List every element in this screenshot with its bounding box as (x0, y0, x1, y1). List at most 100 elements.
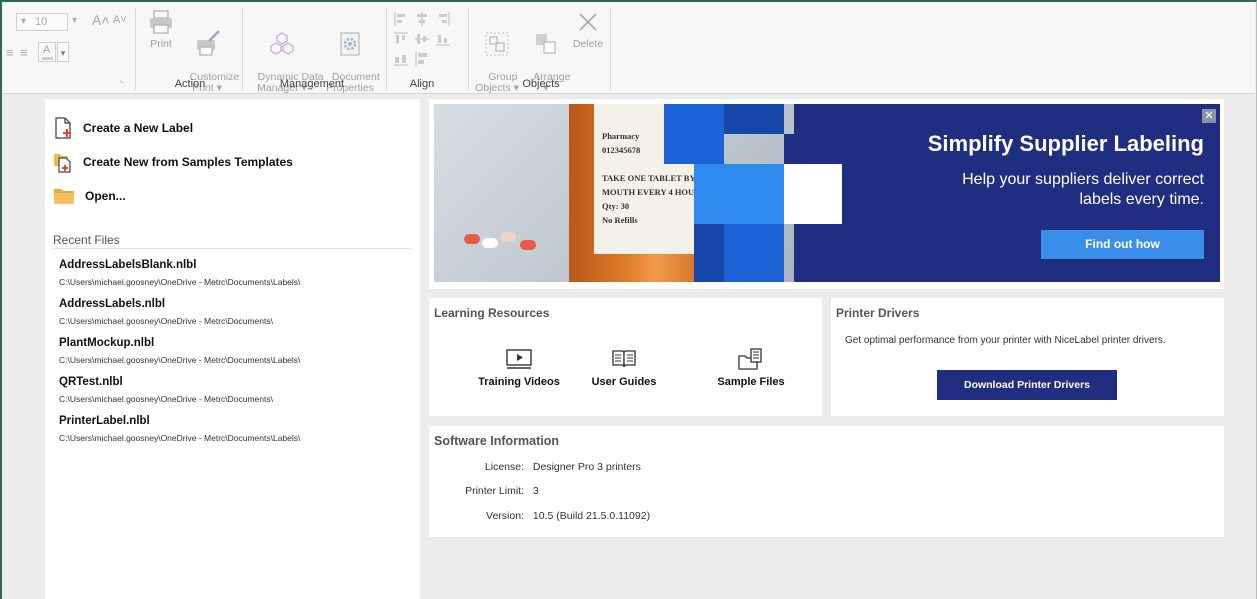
ribbon-separator (468, 8, 469, 90)
printer-limit-row: Printer Limit: 3 (443, 485, 539, 497)
recent-file-name: AddressLabels.nlbl (59, 298, 166, 310)
divider (53, 248, 411, 249)
close-icon[interactable]: ✕ (1202, 109, 1216, 123)
banner-image: Pharmacy 012345678 Dr. TAKE ONE TABLET B… (434, 104, 1220, 282)
delete-button[interactable]: Delete (570, 8, 606, 50)
version-row: Version: 10.5 (Build 21.5.0.11092) (443, 510, 650, 522)
deco-square (724, 104, 784, 134)
software-information-title: Software Information (434, 434, 560, 448)
user-guides-link[interactable]: User Guides (574, 348, 674, 388)
arrange-button[interactable]: Arrange ▾ (522, 8, 570, 105)
recent-file-name: AddressLabelsBlank.nlbl (59, 259, 197, 271)
printer-limit-label: Printer Limit: (465, 485, 524, 497)
align-middle-icon[interactable] (415, 32, 429, 46)
pills (464, 224, 554, 254)
learning-resources-title: Learning Resources (434, 306, 550, 320)
create-from-samples-button[interactable]: Create New from Samples Templates (53, 151, 293, 173)
deco-square (694, 164, 784, 224)
recent-files-heading: Recent Files (53, 233, 120, 247)
printer-drivers-card: Printer Drivers Get optimal performance … (831, 298, 1224, 416)
recent-file-name: PlantMockup.nlbl (59, 337, 155, 349)
font-color-button[interactable]: A (38, 42, 56, 62)
align-top-icon[interactable] (394, 32, 408, 46)
print-button[interactable]: Print (144, 8, 178, 50)
software-information-card: Software Information License: Designer P… (429, 426, 1224, 537)
align-left-icon[interactable]: ≡ (6, 45, 14, 60)
recent-file-item[interactable]: AddressLabels.nlbl C:\Users\michael.goos… (59, 297, 414, 336)
deco-square (784, 164, 842, 224)
document-properties-button[interactable]: Document Properties (320, 8, 380, 105)
align-center-icon[interactable] (415, 12, 429, 26)
group-objects-button[interactable]: Group Objects ▾ (474, 8, 520, 105)
recent-file-item[interactable]: AddressLabelsBlank.nlbl C:\Users\michael… (59, 258, 414, 297)
font-color-dropdown-icon[interactable]: ▾ (57, 42, 69, 62)
grow-font-icon[interactable]: A˄ (92, 12, 110, 28)
recent-file-item[interactable]: QRTest.nlbl C:\Users\michael.goosney\One… (59, 375, 414, 414)
delete-x-icon (579, 13, 597, 31)
ribbon: ▾ 10 ▾ A˄ A˅ ≡ ≡ A ▾ ⌞ Print Customize P… (2, 2, 1255, 94)
promo-banner: Pharmacy 012345678 Dr. TAKE ONE TABLET B… (429, 99, 1224, 289)
rx-line: Qty: 30 (602, 201, 630, 211)
distribute-horizontal-icon[interactable] (394, 52, 408, 66)
deco-square (724, 224, 784, 282)
sample-files-link[interactable]: Sample Files (701, 348, 801, 388)
recent-file-item[interactable]: PrinterLabel.nlbl C:\Users\michael.goosn… (59, 414, 414, 453)
align-left-icon[interactable] (394, 12, 408, 26)
customize-printer-icon (197, 30, 220, 56)
license-label: License: (484, 461, 524, 473)
download-printer-drivers-button[interactable]: Download Printer Drivers (937, 370, 1117, 400)
font-dropdown-icon[interactable]: ▾ (72, 15, 77, 26)
license-value: Designer Pro 3 printers (532, 461, 641, 473)
recent-file-path: C:\Users\michael.goosney\OneDrive - Metr… (59, 433, 301, 443)
folder-icon (54, 189, 74, 204)
files-icon (738, 348, 762, 370)
deco-square (784, 134, 842, 164)
printer-limit-value: 3 (532, 485, 539, 497)
align-right-icon[interactable] (436, 12, 450, 26)
align-center-icon[interactable]: ≡ (20, 45, 28, 60)
find-out-how-button[interactable]: Find out how (1041, 230, 1204, 259)
printer-drivers-text: Get optimal performance from your printe… (845, 335, 1166, 346)
rx-line: TAKE ONE TABLET BY (602, 173, 696, 183)
align-bottom-icon[interactable] (436, 32, 450, 46)
font-size-select[interactable]: ▾ 10 (16, 13, 68, 31)
group-label-management: Management (279, 78, 345, 90)
rx-line: MOUTH EVERY 4 HOURS. (602, 187, 708, 197)
license-row: License: Designer Pro 3 printers (443, 461, 641, 473)
banner-subtitle: Help your suppliers deliver correct labe… (962, 170, 1204, 210)
ribbon-separator (386, 8, 387, 90)
recent-file-name: PrinterLabel.nlbl (59, 415, 150, 427)
distribute-vertical-icon[interactable] (415, 52, 429, 66)
banner-title: Simplify Supplier Labeling (927, 131, 1204, 156)
group-label-align: Align (409, 78, 435, 90)
dialog-launcher-icon[interactable]: ⌞ (120, 74, 124, 85)
customize-print-button[interactable]: Customize Print ▾ (178, 8, 239, 105)
shrink-font-icon[interactable]: A˅ (113, 14, 127, 26)
start-panel: Create a New Label Create New from Sampl… (45, 99, 420, 599)
recent-files-list: AddressLabelsBlank.nlbl C:\Users\michael… (59, 258, 414, 453)
recent-file-path: C:\Users\michael.goosney\OneDrive - Metr… (59, 316, 273, 326)
document-gear-icon (340, 32, 360, 56)
ribbon-separator (610, 8, 611, 90)
recent-file-item[interactable]: PlantMockup.nlbl C:\Users\michael.goosne… (59, 336, 414, 375)
group-icon (485, 32, 509, 56)
new-label-icon (55, 117, 71, 139)
rx-line: No Refills (602, 215, 638, 225)
ribbon-separator (242, 8, 243, 90)
open-button[interactable]: Open... (53, 187, 126, 205)
dynamic-data-manager-button[interactable]: Dynamic Data Manager ▾ (246, 8, 324, 105)
version-value: 10.5 (Build 21.5.0.11092) (532, 510, 651, 522)
database-cubes-icon (270, 32, 294, 55)
learning-resources-card: Learning Resources Training Videos User … (429, 298, 822, 416)
template-icon (54, 154, 71, 173)
training-videos-link[interactable]: Training Videos (469, 348, 569, 388)
arrange-icon (536, 34, 556, 54)
create-new-label-button[interactable]: Create a New Label (53, 117, 193, 139)
printer-drivers-title: Printer Drivers (836, 306, 920, 320)
deco-square (694, 224, 724, 282)
group-label-action: Action (174, 78, 206, 90)
banner-subtitle-line: Help your suppliers deliver correct (962, 171, 1204, 188)
recent-file-path: C:\Users\michael.goosney\OneDrive - Metr… (59, 355, 301, 365)
recent-file-path: C:\Users\michael.goosney\OneDrive - Metr… (59, 394, 273, 404)
banner-subtitle-line: labels every time. (1079, 191, 1205, 208)
